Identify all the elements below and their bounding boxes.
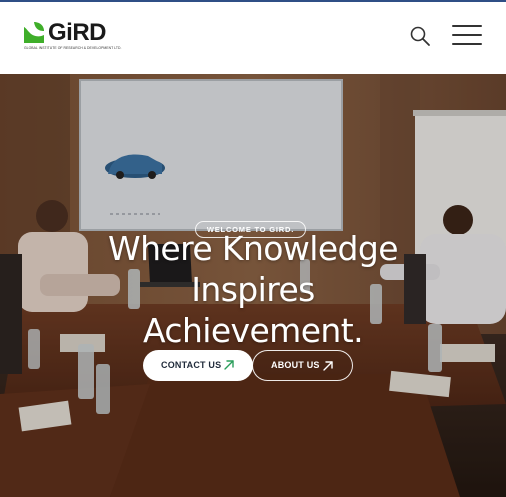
headline-line-3: Achievement. [143,311,364,350]
site-header: GiRD GLOBAL INSTITUTE OF RESEARCH & DEVE… [0,2,506,74]
arrow-up-right-icon [323,361,333,371]
arrow-up-right-icon [224,360,234,370]
contact-us-label: CONTACT US [161,360,222,370]
about-us-button[interactable]: ABOUT US [252,350,353,381]
search-icon [410,26,430,46]
menu-bar-middle [452,34,482,36]
hero-headline: Where Knowledge Inspires Achievement. [60,228,446,351]
search-button[interactable] [408,24,432,48]
about-us-label: ABOUT US [271,360,320,370]
menu-bar-bottom [452,43,482,45]
logo-wordmark: GiRD [48,19,107,46]
gird-logo[interactable]: GiRD GLOBAL INSTITUTE OF RESEARCH & DEVE… [22,19,121,52]
hamburger-menu-button[interactable] [450,22,484,48]
headline-line-1: Where Knowledge [108,229,398,268]
headline-line-2: Inspires [191,270,315,309]
leaf-logo-icon [24,22,44,43]
hero-section: WELCOME TO GIRD. Where Knowledge Inspire… [0,74,506,497]
logo-tagline: GLOBAL INSTITUTE OF RESEARCH & DEVELOPME… [24,46,122,50]
contact-us-button[interactable]: CONTACT US [143,350,253,381]
hamburger-menu-icon [452,25,482,27]
